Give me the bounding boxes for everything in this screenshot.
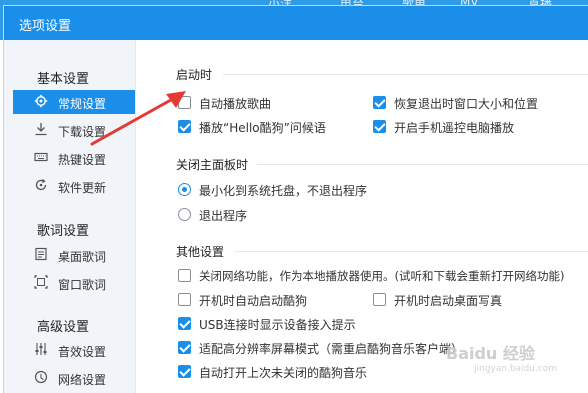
reopen-last-checkbox[interactable] (178, 365, 191, 378)
equalizer-icon (33, 342, 49, 358)
keyboard-icon (33, 150, 49, 166)
exit-program-radio[interactable] (178, 208, 191, 221)
option-label: 退出程序 (199, 209, 248, 223)
option-label: 关闭网络功能，作为本地播放器使用。(试听和下载会重新打开网络功能) (199, 269, 565, 283)
section-title-close: 关闭主面板时 (176, 158, 249, 172)
hello-greeting-checkbox[interactable] (178, 120, 191, 133)
sidebar-item-window-lyrics[interactable]: 窗口歌词 (13, 271, 135, 295)
sidebar-item-label: 热键设置 (58, 153, 107, 167)
window-icon (33, 275, 49, 291)
sidebar-item-label: 音效设置 (58, 345, 107, 359)
baidu-watermark: Baidu 经验 jingyan.baidu.com (446, 340, 557, 374)
lyrics-icon (33, 247, 49, 263)
network-icon (33, 370, 49, 386)
sidebar-item-general[interactable]: 常规设置 (13, 90, 135, 114)
watermark-url: jingyan.baidu.com (474, 364, 558, 374)
option-label: 开机时启动桌面写真 (394, 294, 503, 308)
sidebar-item-sound-effects[interactable]: 音效设置 (13, 338, 135, 362)
watermark-text: Baidu 经验 (446, 344, 535, 363)
option-label: 自动播放歌曲 (199, 97, 272, 111)
sidebar-item-label: 软件更新 (58, 181, 107, 195)
option-label: 恢复退出时窗口大小和位置 (394, 97, 539, 111)
high-dpi-checkbox[interactable] (178, 341, 191, 354)
section-divider (223, 74, 588, 75)
sidebar-item-desktop-lyrics[interactable]: 桌面歌词 (13, 243, 135, 267)
sidebar-item-label: 下载设置 (58, 125, 107, 139)
autostart-checkbox[interactable] (178, 293, 191, 306)
sidebar-item-updates[interactable]: 软件更新 (13, 174, 135, 198)
sidebar-item-label: 网络设置 (58, 373, 107, 387)
option-label: 播放“Hello酷狗”问候语 (199, 121, 326, 135)
dialog-title: 选项设置 (19, 19, 72, 34)
option-label: 适配高分辨率屏幕模式（需重启酷狗音乐客户端） (199, 342, 464, 356)
phone-remote-checkbox[interactable] (373, 120, 386, 133)
desktop-photo-checkbox[interactable] (373, 293, 386, 306)
group-title-lyrics: 歌词设置 (37, 224, 90, 239)
download-icon (33, 122, 49, 138)
sidebar-item-network[interactable]: 网络设置 (13, 366, 135, 390)
group-title-basic: 基本设置 (37, 72, 90, 87)
sidebar-item-label: 常规设置 (58, 97, 107, 111)
restore-window-checkbox[interactable] (373, 96, 386, 109)
refresh-icon (33, 178, 49, 194)
minimize-to-tray-radio[interactable] (178, 183, 191, 196)
section-title-startup: 启动时 (176, 68, 213, 82)
option-label: 最小化到系统托盘，不退出程序 (199, 184, 368, 198)
section-divider (235, 251, 588, 252)
sidebar-item-label: 桌面歌词 (58, 250, 107, 264)
sidebar-item-hotkeys[interactable]: 热键设置 (13, 146, 135, 170)
section-divider (257, 164, 588, 165)
settings-sidebar: 基本设置 常规设置 下载设置 热键设置 软件更新 歌词设置 桌面歌词 窗口歌词 … (4, 40, 136, 393)
option-label: USB连接时显示设备接入提示 (199, 318, 356, 332)
option-label: 开启手机遥控电脑播放 (394, 121, 515, 135)
gear-icon (33, 94, 49, 110)
autoplay-checkbox[interactable] (178, 96, 191, 109)
section-title-other: 其他设置 (176, 245, 225, 259)
sidebar-item-label: 窗口歌词 (58, 278, 107, 292)
dialog-titlebar[interactable]: 选项设置 (4, 6, 588, 40)
sidebar-item-download[interactable]: 下载设置 (13, 118, 135, 142)
options-dialog: 选项设置 基本设置 常规设置 下载设置 热键设置 软件更新 歌词设置 桌面歌词 … (4, 6, 588, 393)
option-label: 自动打开上次未关闭的酷狗音乐 (199, 366, 368, 380)
offline-mode-checkbox[interactable] (178, 269, 191, 282)
option-label: 开机时自动启动酷狗 (199, 294, 308, 308)
usb-prompt-checkbox[interactable] (178, 317, 191, 330)
group-title-advanced: 高级设置 (37, 320, 90, 335)
